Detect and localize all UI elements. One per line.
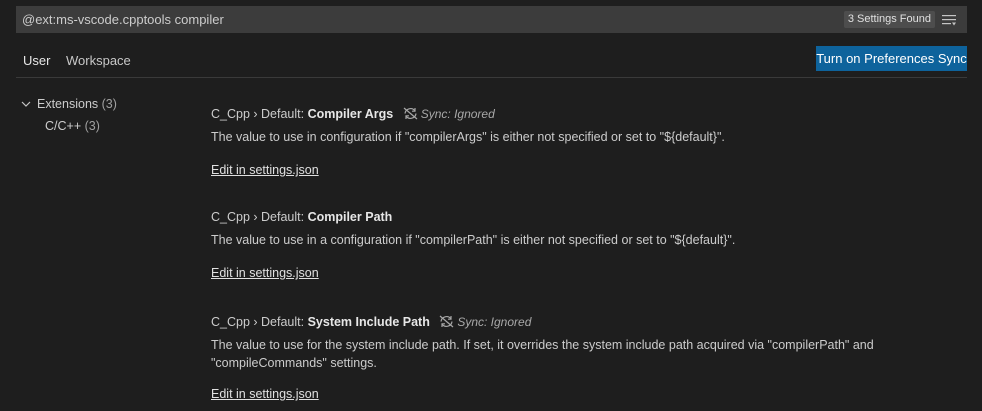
tab-user[interactable]: User [16,44,58,78]
edit-in-settings-json-link[interactable]: Edit in settings.json [211,387,319,401]
sync-ignored-note: Sync: Ignored [403,107,495,121]
setting-description-line: The value to use for the system include … [211,338,874,352]
sync-ignored-label: Sync: Ignored [457,315,532,329]
setting-description: The value to use for the system include … [211,336,951,372]
settings-editor: 3 Settings Found User Workspace Turn on … [0,0,982,411]
toc-item-count: (3) [84,119,100,133]
sync-ignored-label: Sync: Ignored [420,107,495,121]
edit-in-settings-json-link[interactable]: Edit in settings.json [211,266,319,280]
tabs-divider [16,77,967,78]
setting-description: The value to use in a configuration if "… [211,233,736,247]
setting-compiler-args: C_Cpp › Default: Compiler Args Sync: Ign… [211,106,951,179]
tab-workspace[interactable]: Workspace [66,44,131,77]
setting-description-line: "compileCommands" settings. [211,356,377,370]
filter-list-icon[interactable] [941,13,957,27]
search-bar: 3 Settings Found [16,6,967,33]
setting-category: C_Cpp › Default: [211,210,308,224]
settings-toc: Extensions (3) C/C++ (3) [18,95,178,139]
toc-item-extensions[interactable]: Extensions (3) [18,95,178,117]
results-count-badge: 3 Settings Found [843,11,935,28]
setting-name: Compiler Args [307,107,394,121]
chevron-down-icon [21,101,31,107]
toc-item-label: Extensions [37,97,99,111]
setting-name: Compiler Path [307,210,393,224]
turn-on-preferences-sync-button[interactable]: Turn on Preferences Sync [816,46,967,71]
setting-category: C_Cpp › Default: [211,315,308,329]
edit-in-settings-json-link[interactable]: Edit in settings.json [211,163,319,177]
sync-ignored-icon [403,107,418,120]
setting-category: C_Cpp › Default: [211,107,308,121]
search-input[interactable] [22,6,722,33]
sync-ignored-icon [439,315,454,328]
sync-ignored-note: Sync: Ignored [439,315,531,329]
setting-compiler-path: C_Cpp › Default: Compiler Path The value… [211,209,951,282]
toc-item-cpp[interactable]: C/C++ (3) [18,117,178,139]
toc-item-count: (3) [101,97,117,111]
toc-item-label: C/C++ [45,119,82,133]
setting-title: C_Cpp › Default: System Include Path Syn… [211,314,951,330]
setting-name: System Include Path [307,315,430,329]
setting-title: C_Cpp › Default: Compiler Args Sync: Ign… [211,106,951,122]
setting-system-include-path: C_Cpp › Default: System Include Path Syn… [211,314,951,403]
setting-description: The value to use in configuration if "co… [211,130,725,144]
setting-title: C_Cpp › Default: Compiler Path [211,209,951,225]
